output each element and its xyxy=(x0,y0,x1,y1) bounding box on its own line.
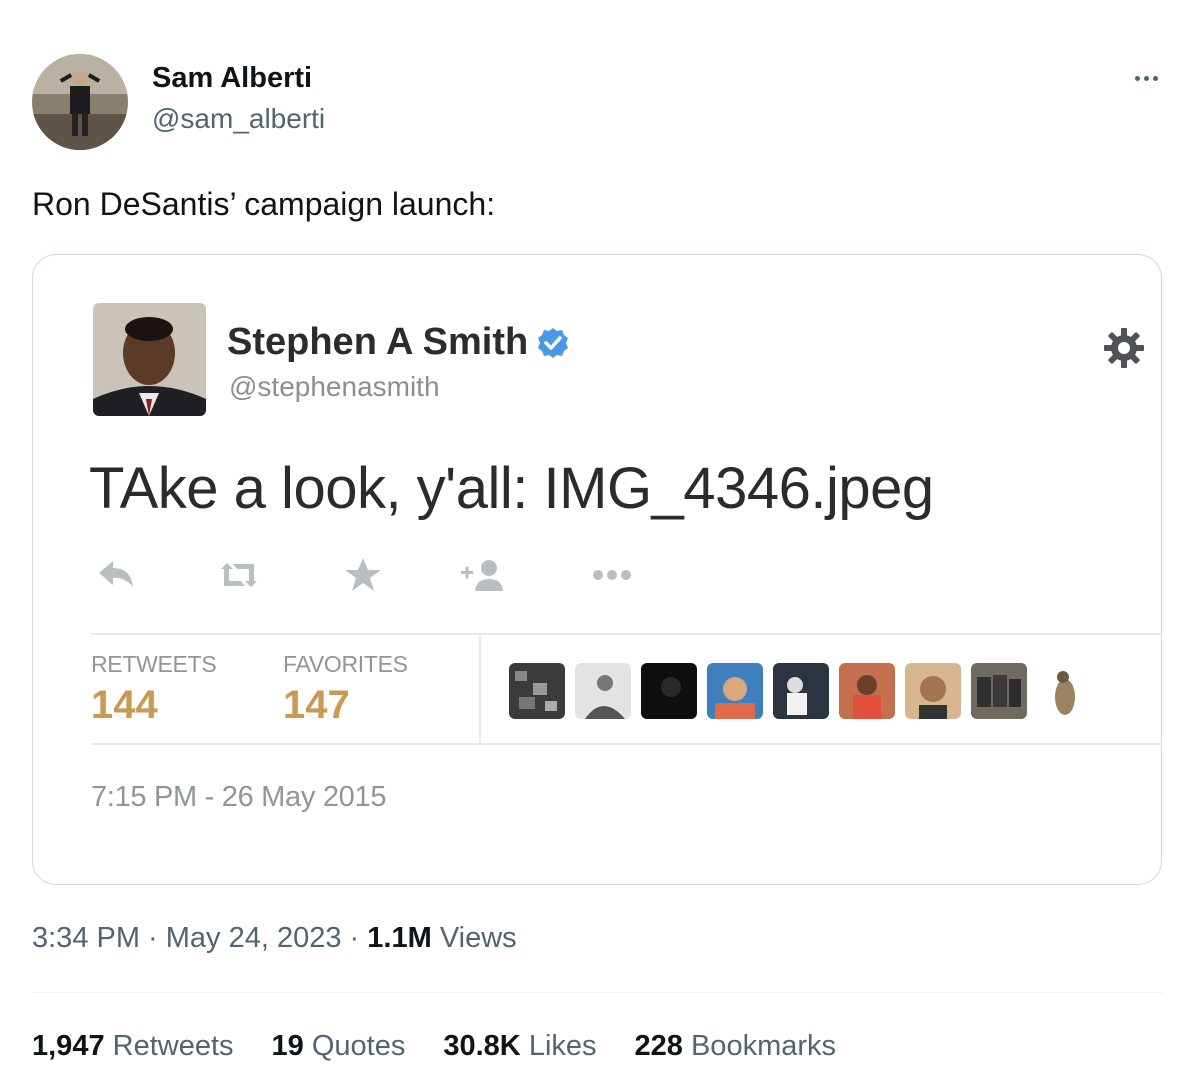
more-options-button[interactable] xyxy=(1126,66,1166,90)
favorites-label: FAVORITES xyxy=(283,651,408,677)
more-icon xyxy=(593,570,631,580)
retweets-stat-label: Retweets xyxy=(112,1030,234,1062)
retweets-count: 1,947 xyxy=(32,1030,105,1062)
bookmarks-stat[interactable]: 228 Bookmarks xyxy=(635,1030,837,1063)
favoriter-avatar xyxy=(971,663,1027,719)
quotes-stat[interactable]: 19 Quotes xyxy=(272,1030,406,1063)
favoriter-avatar xyxy=(1037,663,1093,719)
bookmarks-count: 228 xyxy=(634,1030,683,1062)
favoriters-avatars xyxy=(509,661,1093,719)
verified-badge-icon xyxy=(538,327,569,358)
divider xyxy=(479,633,481,745)
tweet-meta: 3:34 PM · May 24, 2023 · 1.1M Views xyxy=(32,922,517,955)
embedded-timestamp: 7:15 PM - 26 May 2015 xyxy=(91,781,387,813)
favoriter-avatar xyxy=(575,663,631,719)
tweet-timestamp[interactable]: 3:34 PM · May 24, 2023 · xyxy=(32,922,367,954)
retweets-stat[interactable]: 1,947 Retweets xyxy=(32,1030,234,1063)
favoriter-avatar xyxy=(509,663,565,719)
more-dot-icon xyxy=(1134,75,1140,81)
likes-stat-label: Likes xyxy=(528,1030,597,1062)
embedded-tweet-text: TAke a look, y'all: IMG_4346.jpeg xyxy=(89,456,934,521)
divider xyxy=(91,633,1161,635)
embedded-avatar xyxy=(93,303,206,416)
tweet-text: Ron DeSantis’ campaign launch: xyxy=(32,186,496,222)
engagement-stats: 1,947 Retweets 19 Quotes 30.8K Likes 228… xyxy=(32,1030,836,1063)
views-count: 1.1M xyxy=(367,922,432,954)
quotes-count: 19 xyxy=(271,1030,304,1062)
favoriter-avatar xyxy=(707,663,763,719)
embedded-display-name: Stephen A Smith xyxy=(227,321,570,364)
favoriter-avatar xyxy=(905,663,961,719)
likes-count: 30.8K xyxy=(443,1030,521,1062)
embedded-handle: @stephenasmith xyxy=(229,371,440,402)
bookmarks-stat-label: Bookmarks xyxy=(690,1030,837,1062)
quotes-stat-label: Quotes xyxy=(311,1030,406,1062)
more-dot-icon xyxy=(1152,75,1158,81)
reply-icon xyxy=(99,561,133,587)
tweet-media-image[interactable]: Stephen A Smith @stephenasmith TAke a lo… xyxy=(32,254,1162,885)
embedded-display-name-text: Stephen A Smith xyxy=(227,321,529,363)
favoriter-avatar xyxy=(773,663,829,719)
divider xyxy=(91,743,1161,745)
author-handle[interactable]: @sam_alberti xyxy=(152,103,325,135)
retweets-label: RETWEETS xyxy=(91,651,217,677)
follow-icon xyxy=(461,560,503,591)
more-dot-icon xyxy=(1143,75,1149,81)
favorites-value: 147 xyxy=(283,683,350,727)
gear-icon xyxy=(1104,328,1144,368)
favorite-icon xyxy=(345,558,381,591)
divider xyxy=(32,992,1164,993)
likes-stat[interactable]: 30.8K Likes xyxy=(443,1030,596,1063)
author-avatar[interactable] xyxy=(32,54,128,150)
author-display-name[interactable]: Sam Alberti xyxy=(152,62,312,95)
retweet-icon xyxy=(221,563,257,587)
favoriter-avatar xyxy=(641,663,697,719)
favoriter-avatar xyxy=(839,663,895,719)
retweets-value: 144 xyxy=(91,683,158,727)
views-label: Views xyxy=(431,922,517,954)
